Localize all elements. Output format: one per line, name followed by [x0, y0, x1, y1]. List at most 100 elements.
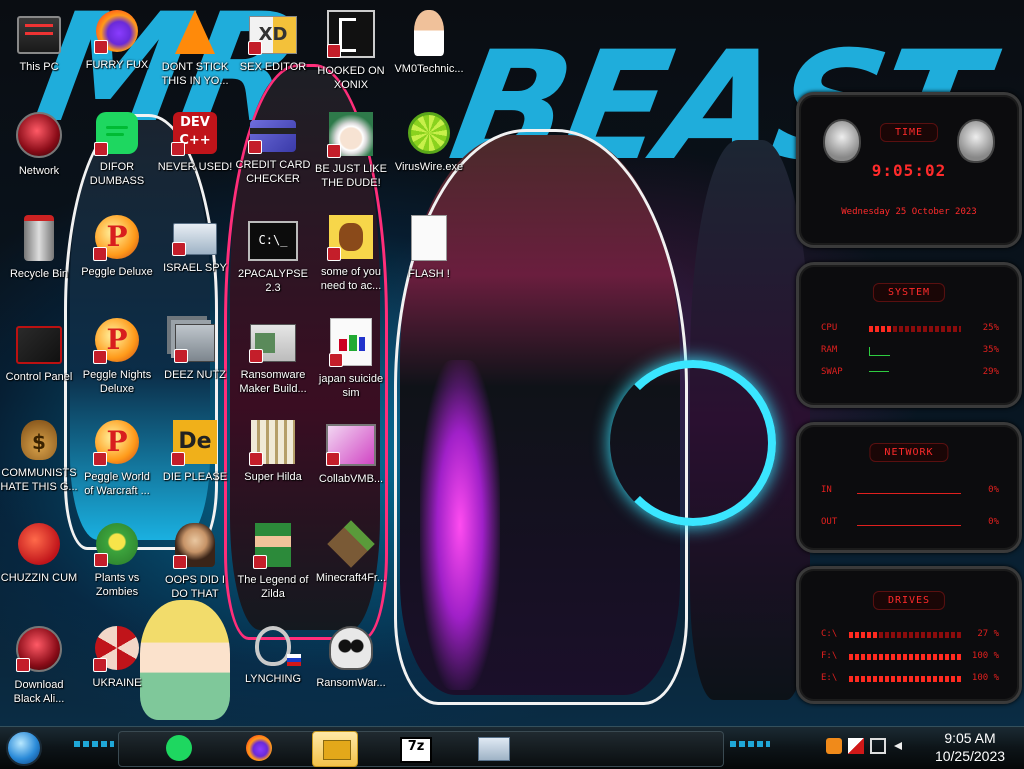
drive-bar — [849, 676, 961, 682]
network-widget-title: NETWORK — [869, 443, 949, 462]
tray-avast-icon[interactable] — [826, 738, 842, 754]
system-widget: SYSTEM CPU 25% RAM 35% SWAP 29% — [796, 262, 1022, 408]
de-logo-icon: De — [171, 420, 217, 466]
taskbar-7zip-button[interactable]: 7z — [392, 731, 436, 765]
desktop-icon-be-just-like-the-dude[interactable]: BE JUST LIKE THE DUDE! — [312, 112, 390, 212]
desktop-icon-label: Network — [18, 165, 60, 177]
desktop-icon-label: Peggle Nights Deluxe — [82, 369, 152, 395]
desktop-icon-ukraine[interactable]: UKRAINE — [78, 626, 156, 726]
desktop-icon-peggle-wow[interactable]: P Peggle World of Warcraft ... — [78, 420, 156, 520]
desktop-icon-this-pc[interactable]: This PC — [0, 10, 78, 110]
desktop-icon-plants-vs-zombies[interactable]: Plants vs Zombies — [78, 523, 156, 623]
desktop-icon-super-hilda[interactable]: Super Hilda — [234, 420, 312, 520]
desktop-icon-label: Ransomware Maker Build... — [239, 369, 307, 395]
peggle-icon: P — [93, 318, 139, 364]
system-value: 35% — [982, 345, 999, 355]
desktop-icon-lynching[interactable]: LYNCHING — [234, 626, 312, 726]
desktop-icon-credit-card[interactable]: CREDIT CARD CHECKER — [234, 112, 312, 212]
taskbar-file-explorer-button[interactable] — [312, 731, 358, 767]
installer-icon — [329, 318, 372, 367]
drive-row-c: C:\ 27 % — [821, 629, 999, 641]
drive-bar-fill — [849, 676, 961, 682]
widget-clock: 9:05:02 — [871, 161, 947, 180]
ram-graph-line — [869, 347, 890, 356]
desktop-icon-2pacalypse[interactable]: C:\_ 2PACALYPSE 2.3 — [234, 215, 312, 315]
network-icon — [16, 112, 62, 158]
desktop-icon-chuzzin[interactable]: CHUZZIN CUM — [0, 523, 78, 623]
system-row-cpu: CPU 25% — [821, 323, 999, 335]
desktop-icon-label: some of you need to ac... — [320, 266, 382, 292]
desktop-icon-label: VM0Technic... — [394, 63, 464, 75]
desktop-icon-label: japan suicide sim — [318, 373, 384, 399]
desktop-icon-recycle-bin[interactable]: Recycle Bin — [0, 215, 78, 315]
desktop-icon-furry-fux[interactable]: FURRY FUX — [78, 10, 156, 110]
system-value: 29% — [982, 367, 999, 377]
desktop-icon-label: DIFOR DUMBASS — [89, 161, 145, 187]
desktop-icon-label: Control Panel — [5, 371, 73, 383]
desktop-icon-label: This PC — [19, 61, 59, 73]
money-bag-icon: $ — [21, 420, 57, 460]
desktop-icon-peggle-nights[interactable]: P Peggle Nights Deluxe — [78, 318, 156, 418]
desktop-icon-sex-editor[interactable]: XD SEX EDITOR — [234, 10, 312, 110]
desktop-icon-some-of-you[interactable]: some of you need to ac... — [312, 215, 390, 315]
drive-bar — [849, 632, 961, 638]
drive-bar-fill — [849, 632, 880, 638]
desktop-icon-die-please[interactable]: De DIE PLEASE — [156, 420, 234, 520]
desktop-icon-hooked-on-xonix[interactable]: HOOKED ON XONIX — [312, 10, 390, 110]
desktop-icon-ransomware-maker[interactable]: Ransomware Maker Build... — [234, 318, 312, 418]
7zip-label: 7z — [407, 739, 425, 754]
drive-value: 100 % — [971, 651, 999, 661]
recycle-bin-icon — [24, 215, 54, 261]
system-bar-fill — [869, 326, 892, 332]
desktop-icon-difor-dumbass[interactable]: DIFOR DUMBASS — [78, 112, 156, 212]
drive-bar — [849, 654, 961, 660]
desktop-icon-download-black-ali[interactable]: Download Black Ali... — [0, 626, 78, 726]
program-window-icon — [249, 324, 296, 363]
desktop-icon-minecraft[interactable]: Minecraft4Fr... — [312, 520, 390, 623]
desktop-icon-dont-stick[interactable]: DONT STICK THIS IN YO... — [156, 10, 234, 110]
desktop-icon-japan-suicide-sim[interactable]: japan suicide sim — [312, 318, 390, 418]
windows-stack-icon — [174, 324, 215, 363]
desktop-icon-label: COMMUNISTS HATE THIS G... — [0, 467, 78, 493]
taskbar-chat-app-button[interactable] — [156, 731, 200, 765]
system-widget-title: SYSTEM — [872, 283, 946, 302]
desktop-icon-vm0technic[interactable]: VM0Technic... — [390, 10, 468, 110]
desktop-icon-peggle-deluxe[interactable]: P Peggle Deluxe — [78, 215, 156, 315]
file-explorer-icon — [323, 740, 351, 760]
widget-date: Wednesday 25 October 2023 — [841, 207, 977, 217]
desktop-icon-communists[interactable]: $ COMMUNISTS HATE THIS G... — [0, 420, 78, 520]
chat-app-icon — [94, 112, 138, 156]
swap-graph-line — [869, 371, 889, 372]
beaver-icon — [327, 215, 373, 261]
taskbar-firefox-button[interactable] — [236, 731, 280, 765]
drive-row-f: F:\ 100 % — [821, 651, 999, 663]
desktop-icon-never-used[interactable]: DEV C++ NEVER USED! — [156, 112, 234, 212]
firefox-icon — [94, 10, 138, 54]
control-panel-icon — [16, 326, 62, 364]
tray-volume-icon[interactable] — [892, 738, 908, 754]
desktop-icon-legend-of-zilda[interactable]: The Legend of Zilda — [234, 523, 312, 623]
taskbar-system-monitor-button[interactable] — [470, 731, 514, 765]
desktop-icon-network[interactable]: Network — [0, 112, 78, 212]
desktop-icon-control-panel[interactable]: Control Panel — [0, 318, 78, 418]
taskbar-clock[interactable]: 9:05 AM 10/25/2023 — [920, 729, 1020, 765]
desktop-icon-oops[interactable]: OOPS DID I DO THAT — [156, 523, 234, 623]
desktop-icon-label: Peggle Deluxe — [81, 266, 153, 278]
desktop-icon-deez-nutz[interactable]: DEEZ NUTZ — [156, 318, 234, 418]
desktop-icon-label: UKRAINE — [92, 677, 142, 689]
drive-bar-fill — [849, 654, 961, 660]
tray-flag-icon[interactable] — [848, 738, 864, 754]
desktop-icon-israel-spy[interactable]: ISRAEL SPY — [156, 215, 234, 315]
minecraft-block-icon — [327, 520, 375, 568]
desktop-icon-collabvm[interactable]: CollabVMB... — [312, 420, 390, 520]
tray-network-icon[interactable] — [870, 738, 886, 754]
desktop-icon-ransomwar[interactable]: RansomWar... — [312, 626, 390, 726]
desktop-icon-label: FURRY FUX — [85, 59, 149, 71]
desktop-icon-viruswire[interactable]: VirusWire.exe — [390, 112, 468, 212]
desktop-icon-flash[interactable]: FLASH ! — [390, 215, 468, 315]
start-orb-button[interactable] — [6, 730, 42, 766]
system-label: SWAP — [821, 367, 843, 377]
network-in-graph — [857, 479, 961, 494]
drives-widget: DRIVES C:\ 27 % F:\ 100 % E:\ 100 % — [796, 566, 1022, 704]
desktop-icon-label: DIE PLEASE — [162, 471, 228, 483]
